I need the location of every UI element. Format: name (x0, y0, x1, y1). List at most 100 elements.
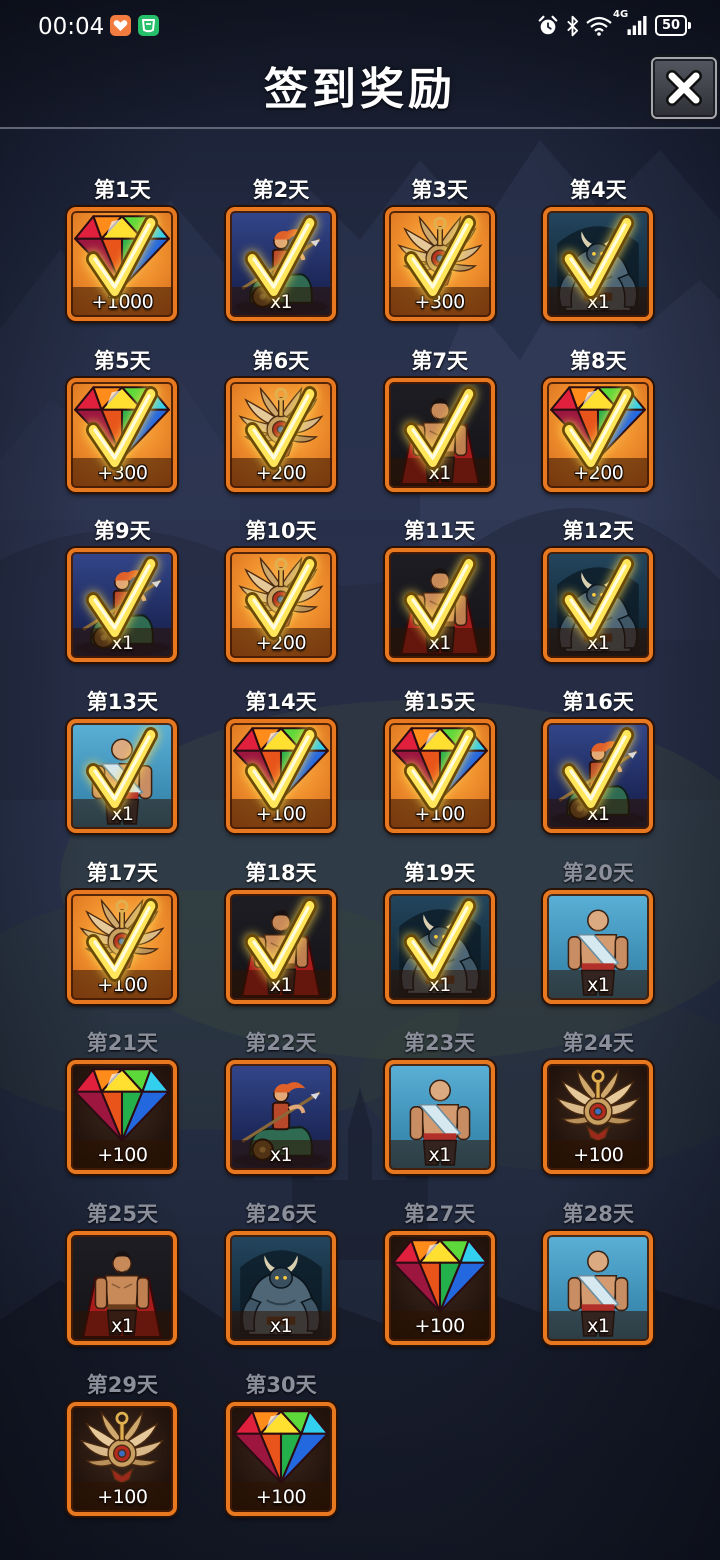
reward-day-28: 第28天 x1 (519, 1199, 678, 1370)
day-label: 第28天 (562, 1202, 634, 1227)
day-label: 第1天 (94, 178, 151, 202)
close-icon (666, 70, 702, 106)
reward-card-claimed[interactable]: +200 (225, 377, 336, 492)
day-label: 第4天 (569, 178, 627, 202)
reward-day-13: 第13天 x1 (43, 687, 202, 858)
day-label: 第19天 (404, 860, 476, 885)
day-label: 第21天 (86, 1031, 158, 1056)
reward-day-29: 第29天 +100 (43, 1370, 202, 1541)
reward-amount-band: +100 (71, 1140, 174, 1171)
reward-card-claimed[interactable]: x1 (543, 548, 654, 663)
claimed-check-icon (553, 384, 643, 484)
reward-day-5: 第5天 +300 (43, 346, 202, 517)
reward-amount-band: +100 (71, 1481, 174, 1512)
reward-day-27: 第27天 +100 (360, 1199, 519, 1370)
day-label: 第6天 (252, 348, 310, 373)
reward-card-claimed[interactable]: +200 (225, 548, 336, 663)
reward-day-12: 第12天 x1 (519, 516, 678, 687)
reward-amount: x1 (111, 1315, 134, 1338)
reward-card[interactable]: +100 (384, 1231, 495, 1346)
reward-card[interactable]: x1 (543, 889, 654, 1004)
reward-card-claimed[interactable]: x1 (225, 207, 336, 321)
status-time: 00:04 (38, 14, 105, 40)
wifi-icon (586, 16, 612, 36)
day-label: 第14天 (245, 690, 317, 715)
alarm-icon (537, 15, 559, 37)
reward-amount-band: x1 (229, 1140, 332, 1171)
reward-day-9: 第9天 x1 (43, 516, 202, 687)
battery-icon: 50 (655, 15, 691, 36)
reward-card[interactable]: x1 (543, 1231, 654, 1346)
reward-card-claimed[interactable]: +200 (543, 377, 654, 492)
reward-amount: +100 (97, 1144, 148, 1167)
claimed-check-icon (395, 554, 485, 654)
reward-card-claimed[interactable]: x1 (67, 548, 178, 663)
reward-amount: +100 (414, 1315, 466, 1338)
reward-card-claimed[interactable]: +100 (225, 719, 336, 834)
reward-card-claimed[interactable]: x1 (384, 377, 495, 492)
reward-card[interactable]: x1 (225, 1060, 336, 1175)
heart-app-icon (110, 15, 131, 36)
day-label: 第12天 (562, 519, 634, 544)
reward-card[interactable]: +100 (543, 1060, 654, 1175)
claimed-check-icon (236, 896, 326, 996)
reward-day-2: 第2天 x1 (202, 175, 361, 346)
reward-amount: x1 (587, 973, 610, 996)
reward-card-claimed[interactable]: +100 (384, 719, 495, 834)
reward-card[interactable]: x1 (67, 1231, 178, 1346)
claimed-check-icon (553, 213, 643, 313)
claimed-check-icon (395, 213, 485, 313)
reward-card-claimed[interactable]: +300 (67, 377, 178, 492)
reward-card[interactable]: x1 (384, 1060, 495, 1175)
day-label: 第11天 (404, 519, 476, 544)
reward-grid: 第1天 +1000 第2天 x1 第3天 +300 第4天 x1 第5天 +30… (43, 175, 678, 1541)
reward-amount-band: +100 (388, 1311, 491, 1342)
reward-card[interactable]: +100 (225, 1401, 336, 1516)
claimed-check-icon (236, 554, 326, 654)
reward-amount-band: +100 (229, 1481, 332, 1512)
reward-card-claimed[interactable]: x1 (543, 719, 654, 834)
day-label: 第22天 (245, 1031, 317, 1056)
day-label: 第30天 (245, 1372, 317, 1397)
green-app-icon (138, 15, 159, 36)
page-title: 签到奖励 (264, 64, 456, 115)
day-label: 第26天 (245, 1202, 317, 1227)
reward-amount: x1 (587, 1315, 610, 1338)
reward-amount-band: x1 (547, 1311, 650, 1342)
close-button[interactable] (651, 57, 717, 119)
claimed-check-icon (236, 213, 326, 313)
reward-amount-band: x1 (547, 969, 650, 1000)
reward-card-claimed[interactable]: x1 (67, 719, 178, 834)
reward-amount: +100 (97, 1485, 148, 1508)
claimed-check-icon (395, 725, 485, 825)
reward-amount-band: +100 (547, 1140, 650, 1171)
reward-card[interactable]: +100 (67, 1401, 178, 1516)
day-label: 第15天 (404, 690, 476, 715)
reward-card-claimed[interactable]: x1 (384, 889, 495, 1004)
reward-card[interactable]: +100 (67, 1060, 178, 1175)
day-label: 第16天 (562, 690, 634, 715)
reward-amount: x1 (269, 1315, 293, 1338)
reward-card-claimed[interactable]: x1 (384, 548, 495, 663)
reward-card[interactable]: x1 (225, 1231, 336, 1346)
day-label: 第20天 (562, 860, 634, 885)
claimed-check-icon (77, 213, 167, 313)
reward-day-16: 第16天 x1 (519, 687, 678, 858)
reward-day-23: 第23天 x1 (360, 1028, 519, 1199)
day-label: 第8天 (569, 348, 627, 373)
reward-day-6: 第6天 +200 (202, 346, 361, 517)
day-label: 第18天 (245, 860, 317, 885)
reward-card-claimed[interactable]: x1 (543, 207, 654, 321)
bluetooth-icon (566, 14, 579, 38)
reward-card-claimed[interactable]: +300 (384, 207, 495, 321)
signal-icon (626, 16, 648, 35)
claimed-check-icon (77, 384, 167, 484)
reward-day-19: 第19天 x1 (360, 858, 519, 1029)
reward-day-17: 第17天 +100 (43, 858, 202, 1029)
reward-card-claimed[interactable]: +1000 (67, 207, 178, 321)
reward-card-claimed[interactable]: +100 (67, 889, 178, 1004)
reward-card-claimed[interactable]: x1 (225, 889, 336, 1004)
reward-day-10: 第10天 +200 (202, 516, 361, 687)
reward-day-8: 第8天 +200 (519, 346, 678, 517)
day-label: 第29天 (86, 1372, 158, 1397)
